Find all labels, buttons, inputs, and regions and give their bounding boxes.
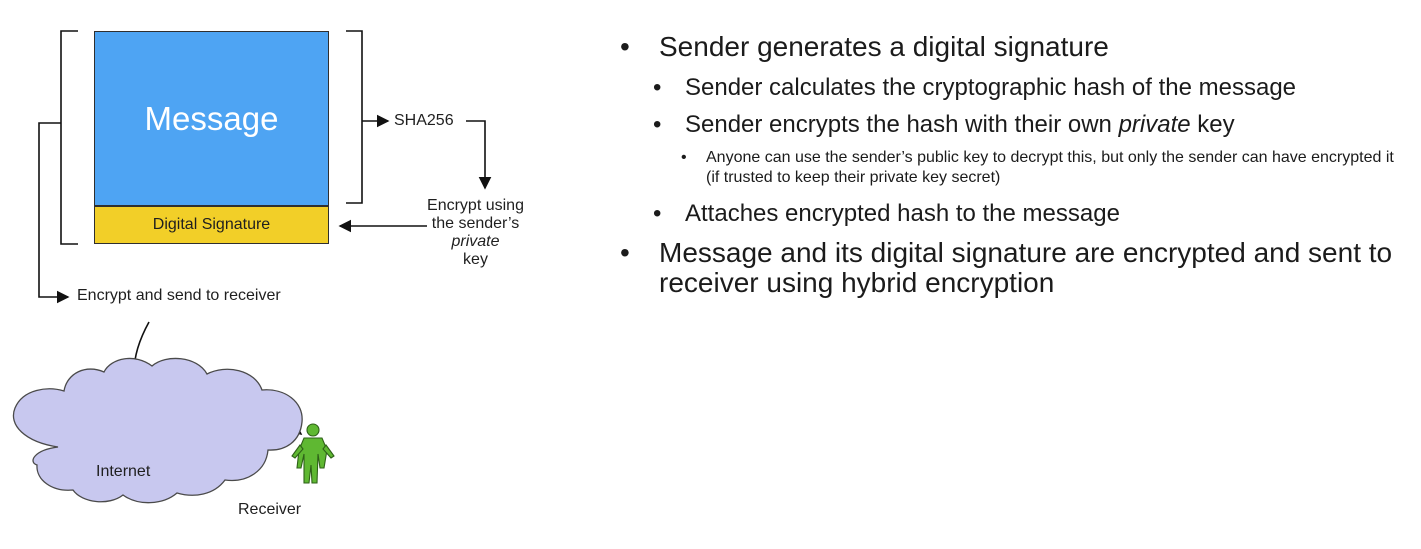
receiver-label: Receiver (238, 501, 302, 518)
encrypt-label-line-2: the sender’s (431, 214, 520, 232)
send-to-receiver-label: Encrypt and send to receiver (77, 287, 281, 304)
bullet-hash-calculation: Sender calculates the cryptographic hash… (620, 74, 1400, 101)
encrypt-hash-private: private (1118, 111, 1191, 139)
encrypt-hash-prefix: Sender encrypts the hash with their own (685, 111, 1119, 139)
bullet-attach-encrypted-hash: Attaches encrypted hash to the message (620, 200, 1400, 227)
bullet-public-key-verification: Anyone can use the sender’s public key t… (620, 148, 1400, 188)
digital-signature-label: Digital Signature (152, 216, 271, 233)
right-bracket (346, 30, 363, 204)
private-key-italic: private (451, 232, 500, 250)
hash-to-encrypt-arrow (466, 120, 492, 190)
message-box-label: Message (144, 100, 279, 137)
bullet-encrypt-hash: Sender encrypts the hash with their own … (620, 111, 1400, 138)
digital-signature-slide: Message Digital Signature SHA256 Encrypt… (0, 0, 1421, 549)
internet-label: Internet (96, 463, 151, 480)
sha256-label: SHA256 (394, 112, 454, 129)
left-bracket (60, 30, 78, 245)
message-box: Message (94, 31, 329, 206)
encrypt-hash-suffix: key (1190, 111, 1235, 139)
encrypt-private-key-label: Encrypt using the sender’s private key (409, 197, 542, 269)
encrypt-label-line-3: private key (409, 233, 542, 269)
bullet-encrypt-and-send: Message and its digital signature are en… (620, 237, 1400, 298)
explanation-bullets: Sender generates a digital signature Sen… (620, 31, 1400, 310)
digital-signature-diagram: Message Digital Signature SHA256 Encrypt… (0, 0, 560, 549)
encrypt-label-line-1: Encrypt using (427, 197, 524, 214)
cloud-icon (12, 357, 303, 504)
digital-signature-box: Digital Signature (94, 206, 329, 244)
private-key-tail: key (463, 250, 488, 268)
send-arrow (38, 122, 70, 304)
bullet-sender-generates-signature: Sender generates a digital signature (620, 31, 1400, 62)
